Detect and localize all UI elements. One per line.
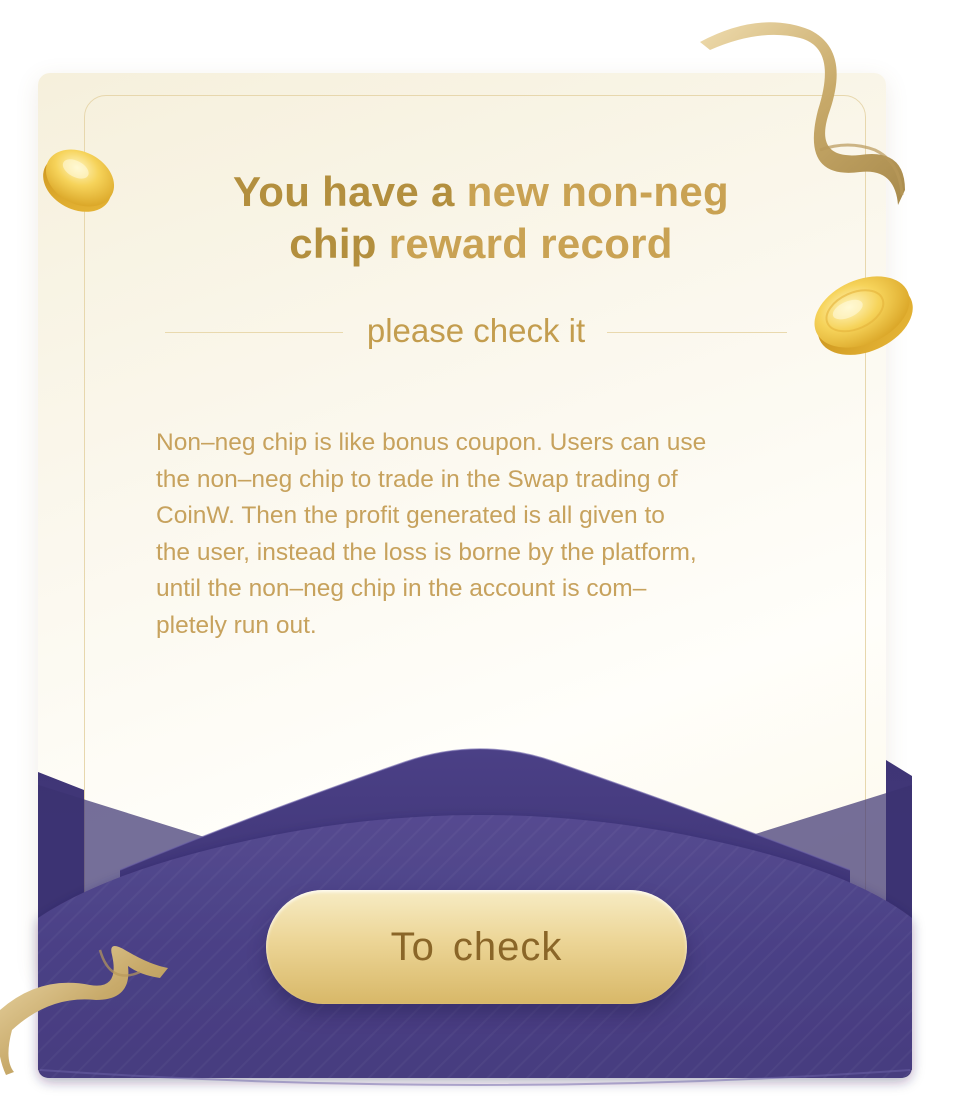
title-text-1: You have a (233, 168, 467, 215)
title-highlight-1: new non-neg (466, 168, 729, 215)
description-line: the user, instead the loss is borne by t… (156, 538, 697, 566)
description-line: Non–neg chip is like bonus coupon. Users… (156, 429, 707, 456)
subtitle-row: please check it (165, 309, 787, 353)
subtitle: please check it (366, 312, 586, 349)
reward-title: You have a new non-neg chip reward recor… (0, 166, 962, 270)
reward-notification-card: You have a new non-neg chip reward recor… (0, 0, 962, 1116)
description-text: Non–neg chip is like bonus coupon. Users… (156, 425, 806, 644)
description-line: the non–neg chip to trade in the Swap tr… (156, 465, 678, 493)
title-highlight-2: reward record (376, 220, 673, 267)
description-line: pletely run out. (156, 611, 317, 639)
description-line: CoinW. Then the profit generated is all … (156, 502, 665, 529)
description-line: until the non–neg chip in the account is… (156, 575, 647, 602)
to-check-button[interactable]: To check (266, 890, 687, 1004)
title-text-2: chip (289, 220, 377, 267)
